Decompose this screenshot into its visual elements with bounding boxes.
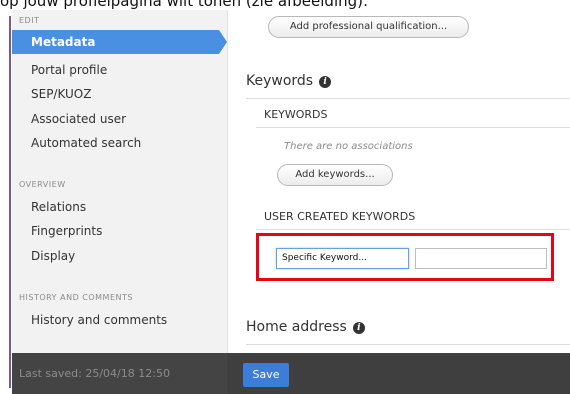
add-professional-qualification-button[interactable]: Add professional qualification... bbox=[268, 16, 469, 38]
page-caption: op jouw profielpagina wilt tonen (zie af… bbox=[0, 0, 369, 10]
sidebar-item-fingerprints[interactable]: Fingerprints bbox=[31, 224, 102, 238]
home-address-heading-label: Home address bbox=[246, 319, 347, 335]
sidebar-item-relations[interactable]: Relations bbox=[31, 200, 86, 214]
sidebar-item-automated-search[interactable]: Automated search bbox=[31, 136, 141, 150]
sidebar-item-sep-kuoz[interactable]: SEP/KUOZ bbox=[31, 87, 91, 101]
keywords-heading-label: Keywords bbox=[246, 73, 314, 89]
no-associations-note: There are no associations bbox=[284, 141, 413, 152]
sidebar-section-overview: OVERVIEW bbox=[19, 180, 66, 189]
user-keywords-divider bbox=[256, 229, 570, 230]
info-icon[interactable]: i bbox=[319, 76, 332, 88]
sidebar-section-history: HISTORY AND COMMENTS bbox=[19, 293, 133, 302]
sidebar-section-edit: EDIT bbox=[19, 16, 40, 25]
sidebar-item-history-and-comments[interactable]: History and comments bbox=[31, 313, 167, 327]
keywords-divider bbox=[246, 98, 570, 99]
last-saved-status: Last saved: 25/04/18 12:50 bbox=[19, 367, 170, 380]
home-address-divider bbox=[246, 344, 570, 345]
add-keywords-button[interactable]: Add keywords... bbox=[277, 164, 393, 186]
keywords-subdivider bbox=[256, 127, 570, 128]
user-created-keywords-subheading: USER CREATED KEYWORDS bbox=[264, 210, 416, 223]
sidebar-item-metadata-label: Metadata bbox=[31, 35, 96, 49]
sidebar-item-associated-user[interactable]: Associated user bbox=[31, 112, 126, 126]
sidebar-item-display[interactable]: Display bbox=[31, 249, 75, 263]
save-button[interactable]: Save bbox=[243, 363, 289, 387]
keyword-input[interactable]: Specific Keyword... bbox=[276, 248, 409, 269]
left-accent-strip bbox=[0, 10, 12, 394]
keyword-secondary-input[interactable] bbox=[415, 248, 547, 269]
home-address-heading: Home address i bbox=[246, 319, 365, 335]
keywords-heading: Keywords i bbox=[246, 73, 332, 89]
info-icon[interactable]: i bbox=[352, 322, 365, 334]
sidebar-item-portal-profile[interactable]: Portal profile bbox=[31, 63, 107, 77]
keywords-subheading: KEYWORDS bbox=[264, 108, 328, 121]
